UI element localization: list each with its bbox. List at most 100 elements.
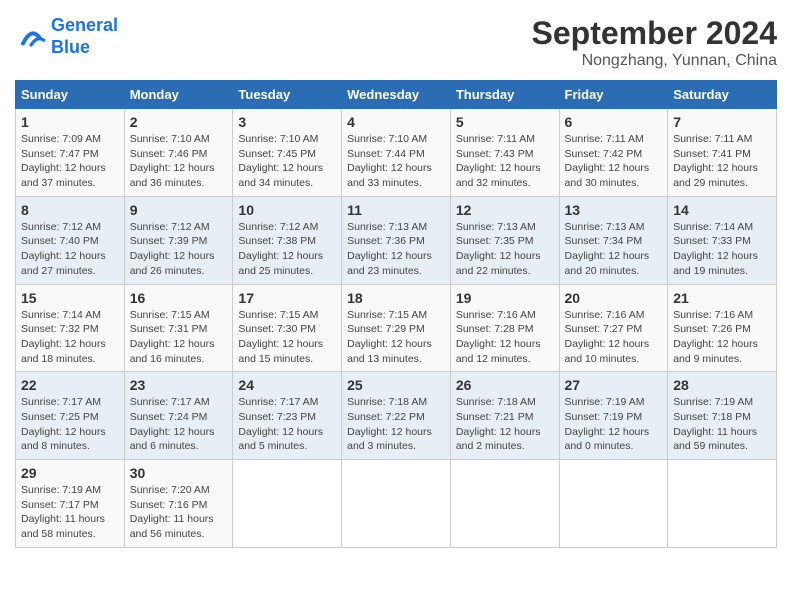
day-info: Sunrise: 7:10 AM Sunset: 7:46 PM Dayligh… xyxy=(130,132,228,191)
logo-line2: Blue xyxy=(51,37,90,57)
calendar-header: SundayMondayTuesdayWednesdayThursdayFrid… xyxy=(16,81,777,109)
day-number: 2 xyxy=(130,114,228,130)
logo: General Blue xyxy=(15,15,118,58)
header-row: SundayMondayTuesdayWednesdayThursdayFrid… xyxy=(16,81,777,109)
header-day: Sunday xyxy=(16,81,125,109)
day-number: 10 xyxy=(238,202,336,218)
logo-line1: General xyxy=(51,15,118,35)
day-number: 30 xyxy=(130,465,228,481)
day-info: Sunrise: 7:15 AM Sunset: 7:29 PM Dayligh… xyxy=(347,308,445,367)
day-cell: 24Sunrise: 7:17 AM Sunset: 7:23 PM Dayli… xyxy=(233,372,342,460)
logo-icon xyxy=(15,21,47,53)
day-cell: 6 Sunrise: 7:11 AM Sunset: 7:42 PM Daylig… xyxy=(559,109,668,197)
day-cell: 19 Sunrise: 7:16 AM Sunset: 7:28 PM Dayli… xyxy=(450,284,559,372)
day-number: 4 xyxy=(347,114,445,130)
day-info: Sunrise: 7:10 AM Sunset: 7:44 PM Dayligh… xyxy=(347,132,445,191)
day-cell: 30 Sunrise: 7:20 AM Sunset: 7:16 PM Dayli… xyxy=(124,460,233,548)
day-cell: 22Sunrise: 7:17 AM Sunset: 7:25 PM Dayli… xyxy=(16,372,125,460)
calendar-week: 22Sunrise: 7:17 AM Sunset: 7:25 PM Dayli… xyxy=(16,372,777,460)
day-number: 29 xyxy=(21,465,119,481)
empty-cell xyxy=(559,460,668,548)
day-info: Sunrise: 7:13 AM Sunset: 7:35 PM Dayligh… xyxy=(456,220,554,279)
day-info: Sunrise: 7:19 AM Sunset: 7:18 PM Dayligh… xyxy=(673,395,771,454)
day-info: Sunrise: 7:11 AM Sunset: 7:41 PM Dayligh… xyxy=(673,132,771,191)
day-number: 3 xyxy=(238,114,336,130)
day-info: Sunrise: 7:18 AM Sunset: 7:21 PM Dayligh… xyxy=(456,395,554,454)
page-header: General Blue September 2024 Nongzhang, Y… xyxy=(15,15,777,70)
day-number: 20 xyxy=(565,290,663,306)
day-number: 25 xyxy=(347,377,445,393)
day-info: Sunrise: 7:16 AM Sunset: 7:27 PM Dayligh… xyxy=(565,308,663,367)
day-info: Sunrise: 7:12 AM Sunset: 7:38 PM Dayligh… xyxy=(238,220,336,279)
day-cell: 28Sunrise: 7:19 AM Sunset: 7:18 PM Dayli… xyxy=(668,372,777,460)
day-info: Sunrise: 7:14 AM Sunset: 7:33 PM Dayligh… xyxy=(673,220,771,279)
calendar-body: 1 Sunrise: 7:09 AM Sunset: 7:47 PM Daylig… xyxy=(16,109,777,548)
day-number: 24 xyxy=(238,377,336,393)
day-info: Sunrise: 7:20 AM Sunset: 7:16 PM Dayligh… xyxy=(130,483,228,542)
day-info: Sunrise: 7:12 AM Sunset: 7:40 PM Dayligh… xyxy=(21,220,119,279)
day-info: Sunrise: 7:17 AM Sunset: 7:24 PM Dayligh… xyxy=(130,395,228,454)
day-info: Sunrise: 7:18 AM Sunset: 7:22 PM Dayligh… xyxy=(347,395,445,454)
calendar-week: 1 Sunrise: 7:09 AM Sunset: 7:47 PM Daylig… xyxy=(16,109,777,197)
day-cell: 14Sunrise: 7:14 AM Sunset: 7:33 PM Dayli… xyxy=(668,196,777,284)
day-cell: 5 Sunrise: 7:11 AM Sunset: 7:43 PM Daylig… xyxy=(450,109,559,197)
day-info: Sunrise: 7:12 AM Sunset: 7:39 PM Dayligh… xyxy=(130,220,228,279)
day-number: 6 xyxy=(565,114,663,130)
day-cell: 17 Sunrise: 7:15 AM Sunset: 7:30 PM Dayli… xyxy=(233,284,342,372)
day-number: 18 xyxy=(347,290,445,306)
day-cell: 1 Sunrise: 7:09 AM Sunset: 7:47 PM Daylig… xyxy=(16,109,125,197)
header-day: Tuesday xyxy=(233,81,342,109)
title-block: September 2024 Nongzhang, Yunnan, China xyxy=(532,15,777,70)
empty-cell xyxy=(450,460,559,548)
day-cell: 20 Sunrise: 7:16 AM Sunset: 7:27 PM Dayli… xyxy=(559,284,668,372)
day-info: Sunrise: 7:09 AM Sunset: 7:47 PM Dayligh… xyxy=(21,132,119,191)
day-info: Sunrise: 7:13 AM Sunset: 7:36 PM Dayligh… xyxy=(347,220,445,279)
day-info: Sunrise: 7:16 AM Sunset: 7:28 PM Dayligh… xyxy=(456,308,554,367)
day-number: 8 xyxy=(21,202,119,218)
day-cell: 25 Sunrise: 7:18 AM Sunset: 7:22 PM Dayli… xyxy=(342,372,451,460)
day-cell: 2 Sunrise: 7:10 AM Sunset: 7:46 PM Daylig… xyxy=(124,109,233,197)
day-number: 27 xyxy=(565,377,663,393)
empty-cell xyxy=(342,460,451,548)
day-number: 16 xyxy=(130,290,228,306)
day-number: 5 xyxy=(456,114,554,130)
calendar-week: 8 Sunrise: 7:12 AM Sunset: 7:40 PM Daylig… xyxy=(16,196,777,284)
day-info: Sunrise: 7:19 AM Sunset: 7:17 PM Dayligh… xyxy=(21,483,119,542)
day-number: 7 xyxy=(673,114,771,130)
day-info: Sunrise: 7:13 AM Sunset: 7:34 PM Dayligh… xyxy=(565,220,663,279)
day-info: Sunrise: 7:15 AM Sunset: 7:31 PM Dayligh… xyxy=(130,308,228,367)
day-number: 23 xyxy=(130,377,228,393)
day-cell: 26 Sunrise: 7:18 AM Sunset: 7:21 PM Dayli… xyxy=(450,372,559,460)
header-day: Thursday xyxy=(450,81,559,109)
day-number: 17 xyxy=(238,290,336,306)
day-number: 15 xyxy=(21,290,119,306)
day-number: 26 xyxy=(456,377,554,393)
day-info: Sunrise: 7:14 AM Sunset: 7:32 PM Dayligh… xyxy=(21,308,119,367)
day-cell: 4 Sunrise: 7:10 AM Sunset: 7:44 PM Daylig… xyxy=(342,109,451,197)
day-info: Sunrise: 7:19 AM Sunset: 7:19 PM Dayligh… xyxy=(565,395,663,454)
calendar-table: SundayMondayTuesdayWednesdayThursdayFrid… xyxy=(15,80,777,548)
day-info: Sunrise: 7:15 AM Sunset: 7:30 PM Dayligh… xyxy=(238,308,336,367)
header-day: Friday xyxy=(559,81,668,109)
day-number: 22 xyxy=(21,377,119,393)
day-number: 12 xyxy=(456,202,554,218)
day-info: Sunrise: 7:11 AM Sunset: 7:42 PM Dayligh… xyxy=(565,132,663,191)
day-cell: 13Sunrise: 7:13 AM Sunset: 7:34 PM Dayli… xyxy=(559,196,668,284)
day-cell: 12 Sunrise: 7:13 AM Sunset: 7:35 PM Dayli… xyxy=(450,196,559,284)
day-cell: 16 Sunrise: 7:15 AM Sunset: 7:31 PM Dayli… xyxy=(124,284,233,372)
calendar-week: 29 Sunrise: 7:19 AM Sunset: 7:17 PM Dayli… xyxy=(16,460,777,548)
empty-cell xyxy=(668,460,777,548)
day-number: 11 xyxy=(347,202,445,218)
day-number: 9 xyxy=(130,202,228,218)
day-info: Sunrise: 7:11 AM Sunset: 7:43 PM Dayligh… xyxy=(456,132,554,191)
day-cell: 10 Sunrise: 7:12 AM Sunset: 7:38 PM Dayli… xyxy=(233,196,342,284)
header-day: Wednesday xyxy=(342,81,451,109)
day-cell: 27 Sunrise: 7:19 AM Sunset: 7:19 PM Dayli… xyxy=(559,372,668,460)
day-number: 19 xyxy=(456,290,554,306)
day-cell: 3Sunrise: 7:10 AM Sunset: 7:45 PM Daylig… xyxy=(233,109,342,197)
day-cell: 18 Sunrise: 7:15 AM Sunset: 7:29 PM Dayli… xyxy=(342,284,451,372)
day-cell: 15 Sunrise: 7:14 AM Sunset: 7:32 PM Dayli… xyxy=(16,284,125,372)
header-day: Monday xyxy=(124,81,233,109)
empty-cell xyxy=(233,460,342,548)
day-number: 1 xyxy=(21,114,119,130)
